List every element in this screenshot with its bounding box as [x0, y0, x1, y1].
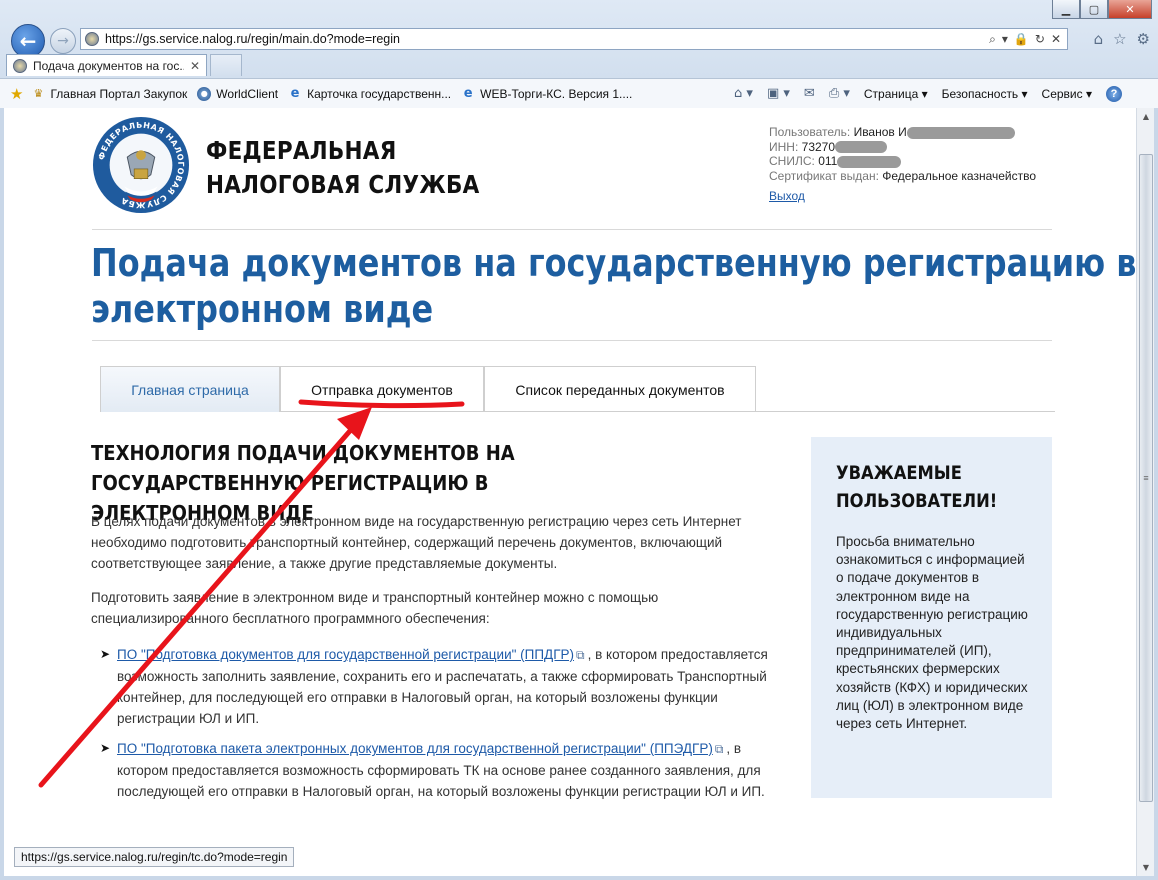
- snils-value: 011: [818, 154, 838, 168]
- user-value: Иванов И: [853, 125, 907, 139]
- maximize-button[interactable]: ▢: [1080, 0, 1108, 19]
- notice-box: УВАЖАЕМЫЕ ПОЛЬЗОВАТЕЛИ! Просьба внимател…: [811, 437, 1052, 798]
- dropdown-icon[interactable]: ▾: [1002, 32, 1008, 47]
- menu-page[interactable]: Страница ▾: [864, 87, 928, 101]
- print-icon[interactable]: ⎙ ▾: [829, 86, 850, 101]
- list-item: ➤ ПО "Подготовка документов для государс…: [100, 644, 790, 729]
- org-name: ФЕДЕРАЛЬНАЯ НАЛОГОВАЯ СЛУЖБА: [206, 136, 480, 199]
- browser-chrome: ▁ ▢ ✕ ← → https://gs.service.nalog.ru/re…: [0, 0, 1158, 108]
- back-button[interactable]: ←: [11, 24, 45, 58]
- status-bar-url: https://gs.service.nalog.ru/regin/tc.do?…: [14, 847, 295, 867]
- cert-label: Сертификат выдан:: [769, 168, 879, 183]
- page-viewport: ФЕДЕРАЛЬНАЯ НАЛОГОВАЯ СЛУЖБА ФЕДЕРАЛЬНАЯ…: [4, 108, 1136, 876]
- site-favicon-icon: [85, 32, 99, 46]
- scroll-down-icon[interactable]: ▼: [1137, 859, 1155, 876]
- redacted-block: [906, 126, 1015, 139]
- page-tabs: Главная страница Отправка документов Спи…: [100, 366, 756, 412]
- window-controls: ▁ ▢ ✕: [1052, 0, 1152, 19]
- favorites-star-icon[interactable]: ★: [10, 85, 23, 103]
- tab-send-documents[interactable]: Отправка документов: [280, 366, 484, 412]
- new-tab-button[interactable]: [210, 54, 242, 76]
- browser-tab-active[interactable]: Подача документов на гос... ✕: [6, 54, 207, 76]
- site-favicon-icon: [13, 58, 27, 73]
- lock-icon[interactable]: 🔒: [1014, 32, 1029, 47]
- redacted-block: [835, 141, 888, 154]
- tab-documents-list[interactable]: Список переданных документов: [484, 366, 756, 412]
- mail-icon[interactable]: ✉: [804, 86, 815, 101]
- user-info: Пользователь: Иванов И ИНН: 73270 СНИЛС:…: [769, 125, 1059, 204]
- close-window-button[interactable]: ✕: [1108, 0, 1152, 19]
- home-icon[interactable]: ⌂ ▾: [734, 86, 753, 101]
- external-link-icon[interactable]: ⧉: [715, 739, 724, 760]
- browser-tab-strip: Подача документов на гос... ✕: [6, 54, 242, 76]
- menu-tools[interactable]: Сервис ▾: [1042, 87, 1092, 101]
- arrow-right-icon: →: [57, 33, 69, 49]
- scroll-thumb[interactable]: ≡: [1139, 154, 1153, 802]
- fns-logo: ФЕДЕРАЛЬНАЯ НАЛОГОВАЯ СЛУЖБА: [92, 116, 190, 214]
- ppdgr-link[interactable]: ПО "Подготовка документов для государств…: [117, 647, 574, 662]
- list-item: ➤ ПО "Подготовка пакета электронных доку…: [100, 738, 790, 802]
- emblem-icon: ♛: [33, 87, 44, 100]
- cert-value: Федеральное казначейство: [882, 168, 1037, 183]
- tabs-baseline: [280, 411, 1055, 412]
- ie-icon: e: [290, 86, 300, 101]
- ppedgr-link[interactable]: ПО "Подготовка пакета электронных докуме…: [117, 741, 713, 756]
- inn-label: ИНН:: [769, 139, 799, 154]
- browser-tab-title: Подача документов на гос...: [33, 58, 184, 73]
- snils-label: СНИЛС:: [769, 154, 815, 168]
- favorite-link[interactable]: ♛ Главная Портал Закупок: [31, 87, 188, 101]
- favorites-bar: ★ ♛ Главная Портал Закупок ● WorldClient…: [0, 78, 1158, 108]
- address-bar[interactable]: https://gs.service.nalog.ru/regin/main.d…: [80, 28, 1068, 50]
- minimize-button[interactable]: ▁: [1052, 0, 1080, 19]
- page-title: Подача документов на государственную рег…: [91, 241, 1136, 331]
- external-link-icon[interactable]: ⧉: [576, 645, 585, 666]
- command-bar: ⌂ ▾ ▣ ▾ ✉ ⎙ ▾ Страница ▾ Безопасность ▾ …: [734, 85, 1122, 102]
- menu-security[interactable]: Безопасность ▾: [942, 87, 1028, 101]
- scroll-up-icon[interactable]: ▲: [1137, 108, 1155, 125]
- software-paragraph: Подготовить заявление в электронном виде…: [91, 590, 659, 626]
- rss-icon[interactable]: ▣ ▾: [767, 86, 790, 101]
- intro-paragraph: В целях подачи документов в электронном …: [91, 514, 742, 571]
- arrow-left-icon: ←: [19, 29, 37, 53]
- bullet-arrow-icon: ➤: [100, 741, 111, 755]
- inn-value: 73270: [801, 139, 836, 154]
- user-label: Пользователь:: [769, 125, 851, 139]
- vertical-scrollbar[interactable]: ▲ ≡ ▼: [1136, 108, 1154, 876]
- globe-icon: ●: [197, 86, 212, 101]
- close-tab-icon[interactable]: ✕: [190, 59, 200, 73]
- logout-link[interactable]: Выход: [769, 189, 805, 204]
- divider: [92, 229, 1052, 230]
- address-tools: ⌕ ▾ 🔒 ↻ ✕: [989, 32, 1067, 47]
- favorite-link[interactable]: e Карточка государственн...: [288, 86, 451, 101]
- bullet-arrow-icon: ➤: [100, 647, 111, 661]
- browser-tools: ⌂ ☆ ⚙: [1094, 30, 1150, 48]
- stop-icon[interactable]: ✕: [1051, 32, 1061, 47]
- favorite-link[interactable]: ● WorldClient: [197, 86, 278, 101]
- address-url[interactable]: https://gs.service.nalog.ru/regin/main.d…: [105, 32, 989, 46]
- favorite-link[interactable]: e WEB-Торги-КС. Версия 1....: [461, 86, 633, 101]
- refresh-icon[interactable]: ↻: [1035, 32, 1045, 47]
- ie-icon: e: [463, 86, 473, 101]
- home-icon[interactable]: ⌂: [1094, 30, 1104, 48]
- tab-main-page[interactable]: Главная страница: [100, 366, 280, 412]
- favorites-star-icon[interactable]: ☆: [1113, 30, 1126, 48]
- search-icon[interactable]: ⌕: [989, 32, 996, 47]
- divider: [92, 340, 1052, 341]
- gear-icon[interactable]: ⚙: [1137, 30, 1150, 48]
- software-list: ➤ ПО "Подготовка документов для государс…: [100, 644, 790, 811]
- help-icon[interactable]: ?: [1106, 85, 1122, 102]
- redacted-block: [837, 155, 902, 168]
- notice-text: Просьба внимательно ознакомиться с инфор…: [836, 534, 1028, 732]
- forward-button[interactable]: →: [50, 28, 76, 54]
- notice-title: УВАЖАЕМЫЕ ПОЛЬЗОВАТЕЛИ!: [836, 462, 998, 512]
